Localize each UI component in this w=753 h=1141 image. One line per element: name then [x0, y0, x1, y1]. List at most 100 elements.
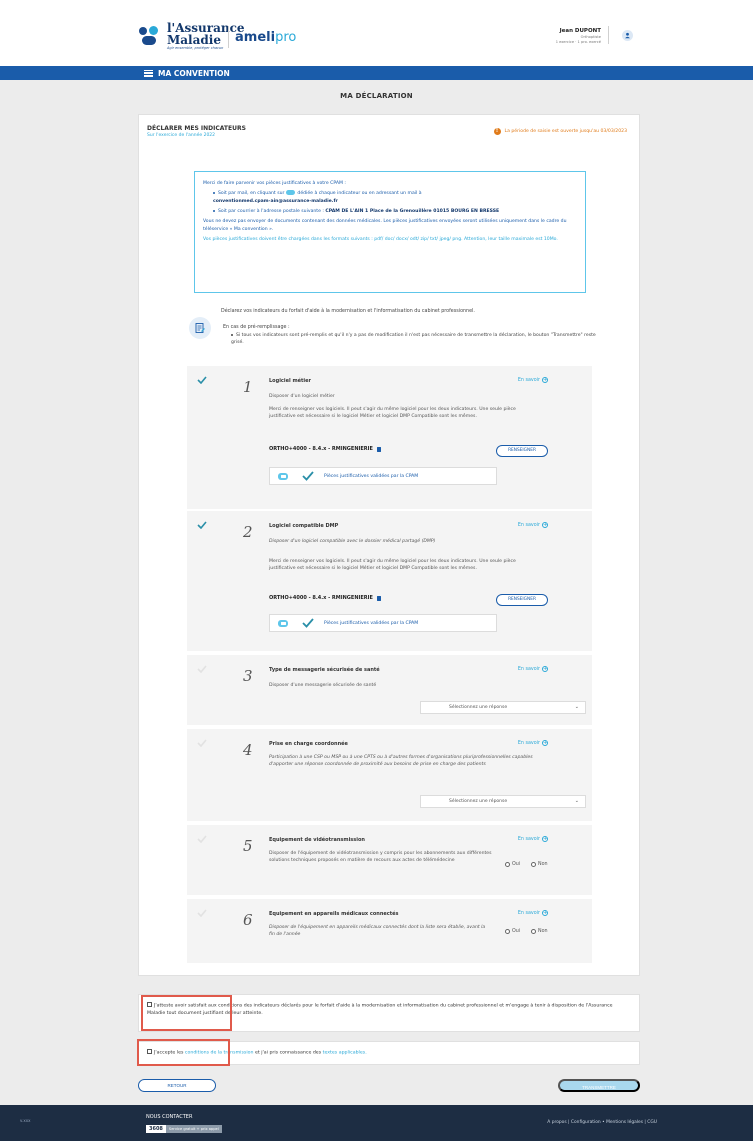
info-intro: Merci de faire parvenir vos pièces justi…: [203, 181, 346, 186]
learn-more-label: En savoir: [517, 910, 540, 916]
contact-link[interactable]: NOUS CONTACTER: [146, 1114, 192, 1120]
back-button[interactable]: RETOUR: [138, 1079, 216, 1092]
radio-no-label: Non: [538, 929, 548, 934]
software-name: ORTHO+4000 - 8.4.x - RMINGENIERIE: [269, 446, 381, 452]
radio-circle-icon: [505, 929, 510, 934]
attest-highlight: [141, 995, 232, 1031]
info-postal-address: CPAM DE L'AIN 1 Place de la Grenouillère…: [325, 209, 500, 215]
radio-no[interactable]: Non: [531, 929, 548, 934]
plus-circle-icon: +: [542, 910, 548, 916]
nav-title[interactable]: MA CONVENTION: [158, 69, 230, 78]
info-email[interactable]: conventionmed.cpam-ain@assurance-maladie…: [213, 199, 338, 204]
footer-links[interactable]: A propos | Configuration • Mentions léga…: [547, 1120, 657, 1125]
radio-no[interactable]: Non: [531, 862, 548, 867]
validated-docs-bar: Pièces justificatives validées par la CP…: [269, 467, 497, 485]
radio-yes-label: Oui: [512, 929, 521, 934]
plus-circle-icon: +: [542, 740, 548, 746]
radio-yes-label: Oui: [512, 862, 521, 867]
indicator-number: 5: [243, 837, 253, 855]
amelipro-logo[interactable]: amelipro: [235, 30, 296, 45]
learn-more-link[interactable]: En savoir +: [518, 666, 548, 672]
mail-icon[interactable]: [278, 619, 288, 627]
user-info: Jean DUPONT Orthoptiste 1 exercice · 1 p…: [556, 28, 601, 44]
period-notice-text: La période de saisie est ouverte jusqu'a…: [504, 129, 627, 134]
learn-more-link[interactable]: En savoir +: [518, 910, 548, 916]
radio-no-label: Non: [538, 862, 548, 867]
page-title: MA DÉCLARATION: [340, 92, 413, 100]
info-postal-line: Soit par courrier à l'adresse postale su…: [203, 208, 577, 215]
mail-icon[interactable]: [278, 472, 288, 480]
check-icon: [302, 618, 314, 628]
check-icon: [197, 909, 207, 917]
select-value: Sélectionnez une réponse: [449, 705, 508, 710]
validated-docs-bar: Pièces justificatives validées par la CP…: [269, 614, 497, 632]
trash-icon[interactable]: [376, 595, 381, 601]
software-label: ORTHO+4000 - 8.4.x - RMINGENIERIE: [269, 595, 373, 601]
footer: v.xxx NOUS CONTACTER 3608 Service gratui…: [0, 1105, 753, 1141]
info-mail-b: dédiée à chaque indicateur ou en adressa…: [297, 191, 422, 197]
learn-more-link[interactable]: En savoir +: [518, 522, 548, 528]
info-mail-a: Soit par mail, en cliquant sur: [218, 191, 285, 197]
indicator-5: 5 Equipement de vidéotransmission En sav…: [187, 825, 592, 895]
user-name: Jean DUPONT: [559, 28, 601, 34]
response-select[interactable]: Sélectionnez une réponse ⌄: [420, 795, 586, 808]
indicator-number: 6: [243, 911, 253, 929]
phone-badge[interactable]: 3608 Service gratuit + prix appel: [146, 1125, 222, 1133]
user-account-icon[interactable]: [622, 30, 633, 41]
radio-yes[interactable]: Oui: [505, 862, 520, 867]
warning-icon: !: [493, 128, 501, 135]
validated-text: Pièces justificatives validées par la CP…: [324, 620, 419, 626]
indicator-title: Logiciel compatible DMP: [269, 523, 339, 529]
indicator-2: 2 Logiciel compatible DMP En savoir + Dis…: [187, 511, 592, 651]
indicator-number: 3: [243, 667, 253, 685]
logo-line2: Maladie: [167, 32, 221, 47]
footer-version: v.xxx: [20, 1118, 31, 1123]
indicator-note: Merci de renseigner vos logiciels. Il pe…: [269, 559, 516, 571]
texts-link[interactable]: textes applicables.: [323, 1051, 367, 1056]
check-icon: [302, 471, 314, 481]
document-edit-icon: [189, 317, 211, 339]
indicator-number: 2: [243, 523, 253, 541]
top-header: l'Assurance Maladie Agir ensemble, proté…: [0, 0, 753, 66]
learn-more-label: En savoir: [517, 740, 540, 746]
chevron-down-icon: ⌄: [574, 798, 579, 804]
learn-more-link[interactable]: En savoir +: [518, 740, 548, 746]
indicator-note: Merci de renseigner vos logiciels. Il pe…: [269, 407, 516, 419]
info-box: Merci de faire parvenir vos pièces justi…: [194, 171, 586, 293]
check-icon: [197, 739, 207, 747]
user-divider: [608, 26, 609, 44]
fill-in-button[interactable]: RENSEIGNER: [496, 594, 548, 606]
indicator-desc: Disposer d'un logiciel métier: [269, 394, 335, 399]
plus-circle-icon: +: [542, 666, 548, 672]
info-mail-line: Soit par mail, en cliquant sur dédiée à c…: [203, 190, 577, 197]
logo-divider: [228, 26, 229, 48]
software-label: ORTHO+4000 - 8.4.x - RMINGENIERIE: [269, 446, 373, 452]
indicator-3: 3 Type de messagerie sécurisée de santé …: [187, 655, 592, 725]
fill-in-button[interactable]: RENSEIGNER: [496, 445, 548, 457]
select-value: Sélectionnez une réponse: [449, 799, 508, 804]
brand-pro: pro: [275, 30, 297, 45]
learn-more-label: En savoir: [517, 522, 540, 528]
prefill-title: En cas de pré-remplissage :: [223, 325, 290, 330]
response-select[interactable]: Sélectionnez une réponse ⌄: [420, 701, 586, 714]
radio-yes[interactable]: Oui: [505, 929, 520, 934]
card-subtitle: Sur l'exercice de l'année 2022: [147, 133, 216, 138]
card-title: DÉCLARER MES INDICATEURS: [147, 125, 246, 132]
indicator-title: Type de messagerie sécurisée de santé: [269, 667, 380, 673]
indicator-desc: Participation à une CSP ou MSP ou à une …: [269, 755, 533, 767]
info-formats: Vos pièces justificatives doivent être c…: [203, 236, 558, 242]
learn-more-label: En savoir: [517, 836, 540, 842]
indicator-desc: Disposer d'une messagerie sécurisée de s…: [269, 683, 377, 688]
prefill-note: Si tous vos indicateurs sont pré-remplis…: [231, 333, 601, 347]
learn-more-link[interactable]: En savoir +: [518, 836, 548, 842]
chevron-down-icon: ⌄: [574, 704, 579, 710]
info-warning: Vous ne devez pas envoyer de documents c…: [203, 219, 567, 232]
hamburger-menu-icon[interactable]: [144, 69, 153, 77]
radio-circle-icon: [505, 862, 510, 867]
submit-button[interactable]: TRANSMETTRE: [558, 1079, 640, 1092]
plus-circle-icon: +: [542, 522, 548, 528]
trash-icon[interactable]: [376, 446, 381, 452]
learn-more-link[interactable]: En savoir +: [518, 377, 548, 383]
brand-ameli: ameli: [235, 30, 276, 45]
indicator-desc: Disposer de l'équipement de vidéotransmi…: [269, 851, 492, 863]
